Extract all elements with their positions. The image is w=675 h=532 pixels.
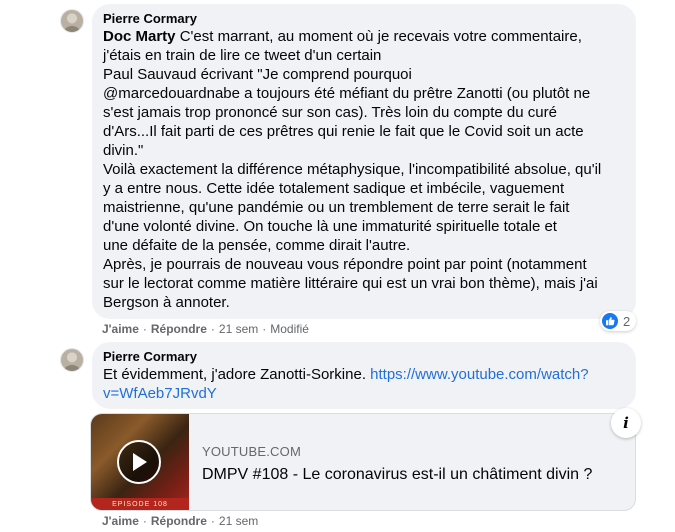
info-icon[interactable]: i bbox=[611, 408, 641, 438]
video-thumbnail[interactable]: EPISODE 108 bbox=[91, 414, 189, 510]
comment-author[interactable]: Pierre Cormary bbox=[103, 11, 624, 27]
link-domain: YOUTUBE.COM bbox=[202, 444, 301, 459]
link-preview-card[interactable]: EPISODE 108 YOUTUBE.COM DMPV #108 - Le c… bbox=[90, 413, 636, 511]
separator: · bbox=[142, 322, 147, 336]
separator: · bbox=[262, 322, 267, 336]
reply-link[interactable]: Répondre bbox=[151, 514, 207, 528]
avatar[interactable] bbox=[60, 348, 84, 372]
comment-bubble: Pierre Cormary Et évidemment, j'adore Za… bbox=[92, 342, 636, 409]
reaction-number: 2 bbox=[623, 313, 631, 329]
reaction-count[interactable]: 2 bbox=[600, 311, 637, 331]
separator: · bbox=[142, 514, 147, 528]
avatar[interactable] bbox=[60, 9, 84, 33]
comment-body: Et évidemment, j'adore Zanotti-Sorkine. bbox=[103, 366, 371, 383]
comment-time[interactable]: 21 sem bbox=[219, 514, 258, 528]
comment-text: Doc Marty C'est marrant, au moment où je… bbox=[103, 27, 624, 312]
comment-author[interactable]: Pierre Cormary bbox=[103, 349, 624, 365]
link-title[interactable]: DMPV #108 - Le coronavirus est-il un châ… bbox=[202, 465, 592, 485]
comment-bubble: Pierre Cormary Doc Marty C'est marrant, … bbox=[92, 4, 636, 319]
comment-actions: J'aime · Répondre · 21 sem · Modifié bbox=[102, 321, 309, 337]
like-link[interactable]: J'aime bbox=[102, 514, 139, 528]
comment-actions: J'aime · Répondre · 21 sem bbox=[102, 513, 258, 529]
like-link[interactable]: J'aime bbox=[102, 322, 139, 336]
comment-body: C'est marrant, au moment où je recevais … bbox=[103, 28, 602, 311]
play-icon[interactable] bbox=[117, 440, 161, 484]
reply-link[interactable]: Répondre bbox=[151, 322, 207, 336]
comment-mention[interactable]: Doc Marty bbox=[103, 28, 176, 45]
comment-time[interactable]: 21 sem bbox=[219, 322, 258, 336]
edited-label[interactable]: Modifié bbox=[270, 322, 309, 336]
like-icon bbox=[602, 313, 618, 329]
separator: · bbox=[210, 322, 215, 336]
thumbnail-band: EPISODE 108 bbox=[91, 498, 189, 510]
separator: · bbox=[210, 514, 215, 528]
comment-text: Et évidemment, j'adore Zanotti-Sorkine. … bbox=[103, 365, 624, 403]
